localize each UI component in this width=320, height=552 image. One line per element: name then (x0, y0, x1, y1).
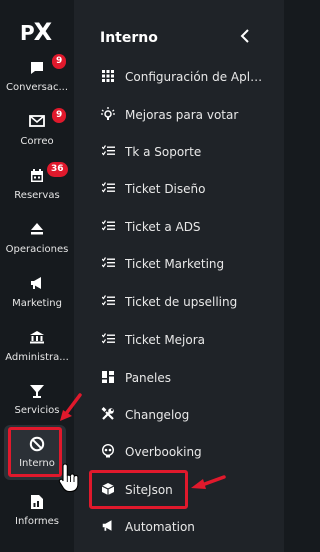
notification-badge: 9 (52, 54, 67, 69)
bulb-icon (100, 106, 116, 124)
menu-item-changelog[interactable]: Changelog (100, 405, 280, 425)
panel-title: Interno (100, 30, 158, 46)
menu-item-automation[interactable]: Automation (100, 517, 280, 537)
menu-item-label: Ticket Diseño (125, 182, 206, 196)
grid-icon (100, 69, 116, 85)
report-icon (0, 494, 74, 514)
rail-item-label: Marketing (12, 298, 62, 309)
annotation-highlight-box (89, 470, 188, 509)
checklist-icon (100, 181, 116, 197)
notification-badge: 9 (52, 108, 67, 123)
menu-item-label: Ticket Marketing (125, 257, 225, 271)
menu-item-label: Automation (125, 520, 195, 534)
annotation-highlight-box (8, 427, 62, 477)
menu-item-configuracion[interactable]: Configuración de Aplica... (100, 67, 280, 87)
skull-icon (100, 443, 116, 461)
eject-icon (0, 222, 74, 242)
menu-item-label: Configuración de Aplica... (125, 70, 265, 84)
bank-icon (0, 330, 74, 350)
tools-icon (100, 406, 116, 424)
notification-badge: 36 (47, 162, 68, 177)
rail-item-label: Conversac... (6, 82, 68, 93)
logo-letter-p: P (20, 21, 35, 45)
checklist-icon (100, 219, 116, 235)
menu-item-ticket-marketing[interactable]: Ticket Marketing (100, 254, 280, 274)
menu-item-ticket-upselling[interactable]: Ticket de upselling (100, 292, 280, 312)
rail-item-reservas[interactable]: 36 Reservas (0, 162, 74, 202)
megaphone-icon (100, 519, 116, 535)
rail-item-label: Administra... (5, 352, 69, 363)
checklist-icon (100, 256, 116, 272)
menu-item-label: Ticket Mejora (125, 333, 206, 347)
dashboard-icon (100, 370, 116, 386)
checklist-icon (100, 144, 116, 160)
rail-item-conversaciones[interactable]: 9 Conversac... (0, 54, 74, 94)
menu-item-label: Ticket de upselling (125, 295, 238, 309)
menu-item-label: Overbooking (125, 445, 202, 459)
rail-item-operaciones[interactable]: Operaciones (0, 222, 74, 256)
rail-item-correo[interactable]: 9 Correo (0, 108, 74, 148)
menu-item-label: Changelog (125, 408, 190, 422)
megaphone-icon (0, 276, 74, 296)
hand-cursor-icon (58, 463, 79, 492)
menu-item-ticket-diseno[interactable]: Ticket Diseño (100, 179, 280, 199)
menu-item-overbooking[interactable]: Overbooking (100, 442, 280, 462)
app-logo[interactable]: PX (20, 18, 52, 46)
rail-item-label: Informes (15, 516, 59, 527)
menu-item-label: Ticket a ADS (125, 220, 201, 234)
menu-item-tk-soporte[interactable]: Tk a Soporte (100, 142, 280, 162)
menu-item-ticket-mejora[interactable]: Ticket Mejora (100, 330, 280, 350)
annotation-arrow-icon (60, 393, 82, 421)
menu-item-label: Mejoras para votar (125, 108, 239, 122)
rail-item-label: Operaciones (5, 244, 69, 255)
menu-item-ticket-ads[interactable]: Ticket a ADS (100, 217, 280, 237)
checklist-icon (100, 332, 116, 348)
menu-item-paneles[interactable]: Paneles (100, 368, 280, 388)
menu-item-mejoras[interactable]: Mejoras para votar (100, 105, 280, 125)
menu-item-label: Paneles (125, 371, 172, 385)
rail-item-label: Correo (20, 136, 54, 147)
logo-letter-x: X (33, 18, 52, 46)
checklist-icon (100, 294, 116, 310)
rail-item-label: Reservas (14, 190, 60, 201)
rail-item-marketing[interactable]: Marketing (0, 276, 74, 310)
chevron-left-icon[interactable] (240, 29, 250, 47)
menu-item-label: Tk a Soporte (125, 145, 202, 159)
rail-item-informes[interactable]: Informes (0, 494, 74, 528)
annotation-arrow-icon (191, 475, 226, 489)
rail-item-administracion[interactable]: Administra... (0, 330, 74, 364)
